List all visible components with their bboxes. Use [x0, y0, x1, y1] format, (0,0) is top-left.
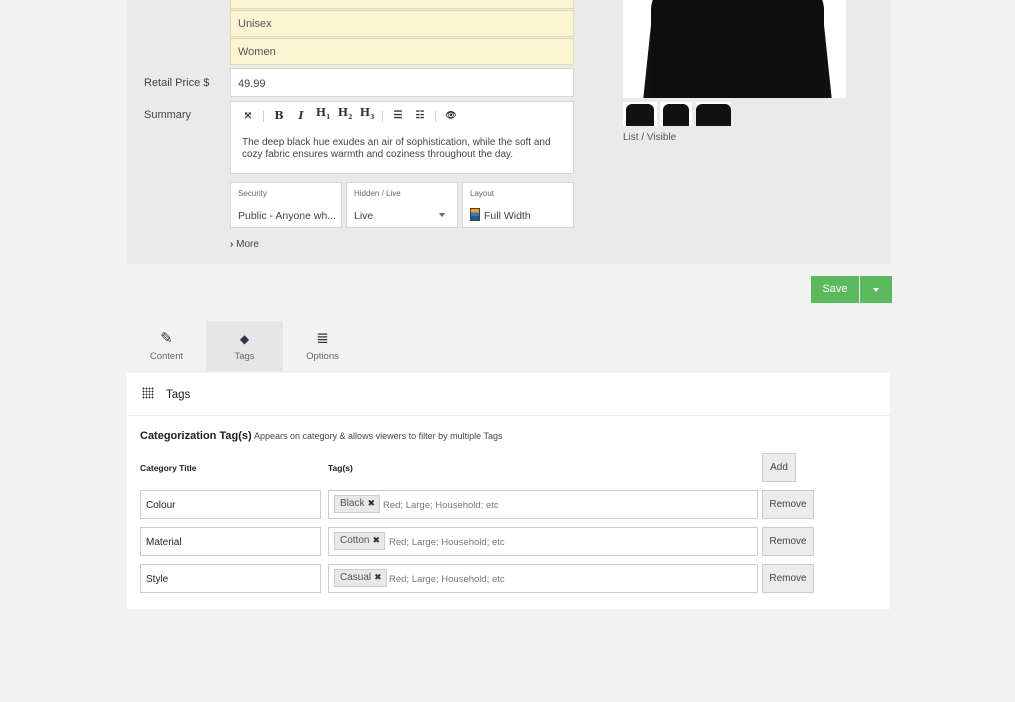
tab-tags[interactable]: ◆ Tags: [206, 321, 283, 371]
retail-price-label: Retail Price $: [144, 77, 210, 89]
thumbnail-hoodie-1: [626, 104, 654, 126]
tags-placeholder: Red; Large; Household; etc: [389, 574, 505, 585]
italic-button[interactable]: I: [290, 109, 312, 123]
tags-title: Tags: [166, 389, 191, 401]
summary-text[interactable]: The deep black hue exudes an air of soph…: [242, 137, 562, 161]
toolbar-divider: [382, 110, 383, 122]
visibility-select[interactable]: Hidden / Live Live: [346, 182, 458, 228]
tag-chip-label: Black: [340, 498, 365, 509]
editor-toolbar: ⤧ B I H1 H2 H3 ☰ ☷ 👁: [237, 106, 462, 125]
fullscreen-icon[interactable]: ⤧: [237, 109, 259, 123]
hoodie-image: [651, 0, 824, 98]
heading-1-sub: 1: [326, 114, 331, 122]
close-icon[interactable]: ✖: [367, 498, 375, 508]
save-button[interactable]: Save: [811, 276, 859, 303]
tab-content-label: Content: [149, 351, 184, 362]
heading-2-button[interactable]: H2: [334, 106, 356, 125]
visibility-value: Live: [354, 210, 374, 222]
tag-chip: Cotton ✖: [334, 532, 386, 550]
tab-tags-label: Tags: [234, 351, 255, 362]
image-caption: List / Visible: [623, 132, 677, 143]
heading-2-sub: 2: [348, 114, 353, 122]
summary-label: Summary: [144, 109, 192, 121]
remove-row-button[interactable]: Remove: [762, 564, 814, 593]
chevron-right-icon: ›: [230, 239, 234, 250]
tag-chip-label: Cotton: [340, 535, 370, 546]
tag-icon: ◆: [239, 332, 250, 346]
save-options-button[interactable]: [860, 276, 892, 303]
category-title-input[interactable]: Style: [140, 564, 321, 593]
pencil-icon: ✎: [160, 330, 173, 347]
tag-chip-label: Casual: [340, 572, 372, 583]
tags-column-header: Tag(s): [328, 463, 353, 473]
heading-2-letter: H: [337, 106, 349, 120]
tags-panel-header: [127, 373, 890, 416]
heading-3-sub: 3: [370, 114, 375, 122]
bold-button[interactable]: B: [268, 109, 290, 123]
chevron-down-icon: [439, 213, 445, 217]
option-row-above[interactable]: [230, 0, 574, 9]
security-value: Public - Anyone wh...: [238, 210, 337, 222]
preview-eye-icon[interactable]: 👁: [440, 109, 462, 123]
tags-placeholder: Red; Large; Household; etc: [383, 500, 499, 511]
thumbnail-hoodie-2: [663, 104, 689, 126]
heading-1-button[interactable]: H1: [312, 106, 334, 125]
heading-1-letter: H: [315, 106, 327, 120]
security-select[interactable]: Security Public - Anyone wh...: [230, 182, 342, 228]
tags-input[interactable]: Cotton ✖ Red; Large; Household; etc: [328, 527, 758, 556]
product-thumbnail-3[interactable]: [696, 102, 731, 126]
layout-select[interactable]: Layout Full Width: [462, 182, 574, 228]
add-tag-row-button[interactable]: Add: [762, 453, 796, 482]
category-title-input[interactable]: Colour: [140, 490, 321, 519]
tab-content[interactable]: ✎ Content: [128, 321, 205, 371]
product-thumbnail-1[interactable]: [623, 102, 657, 126]
bullet-list-icon[interactable]: ☰: [387, 109, 409, 123]
categorization-heading: Categorization Tag(s): [140, 430, 252, 442]
toolbar-divider: [263, 110, 264, 122]
layout-label: Layout: [470, 189, 495, 198]
tags-input[interactable]: Black ✖ Red; Large; Household; etc: [328, 490, 758, 519]
security-label: Security: [238, 189, 267, 198]
more-label: More: [236, 239, 259, 250]
retail-price-input[interactable]: 49.99: [230, 68, 574, 97]
more-link[interactable]: › More: [230, 239, 259, 250]
product-thumbnail-2[interactable]: [660, 102, 692, 126]
tab-options[interactable]: ≣ Options: [284, 321, 361, 371]
list-icon: ≣: [316, 330, 329, 347]
grid-icon: [142, 387, 154, 399]
product-main-image[interactable]: [623, 0, 846, 98]
heading-3-button[interactable]: H3: [356, 106, 378, 125]
tags-input[interactable]: Casual ✖ Red; Large; Household; etc: [328, 564, 758, 593]
categorization-description: Appears on category & allows viewers to …: [254, 431, 503, 441]
tag-chip: Casual ✖: [334, 569, 387, 587]
option-unisex[interactable]: Unisex: [230, 10, 574, 37]
close-icon[interactable]: ✖: [372, 535, 380, 545]
heading-3-letter: H: [359, 106, 371, 120]
remove-row-button[interactable]: Remove: [762, 527, 814, 556]
close-icon[interactable]: ✖: [374, 572, 382, 582]
toolbar-divider: [435, 110, 436, 122]
tag-chip: Black ✖: [334, 495, 380, 513]
chevron-down-icon: [873, 288, 879, 292]
visibility-label: Hidden / Live: [354, 189, 401, 198]
summary-editor[interactable]: ⤧ B I H1 H2 H3 ☰ ☷ 👁 The deep black hue …: [230, 101, 574, 174]
tags-placeholder: Red; Large; Household; etc: [389, 537, 505, 548]
option-women[interactable]: Women: [230, 38, 574, 65]
tab-options-label: Options: [306, 351, 339, 362]
layout-value: Full Width: [484, 210, 531, 222]
remove-row-button[interactable]: Remove: [762, 490, 814, 519]
layout-icon: [470, 208, 480, 221]
numbered-list-icon[interactable]: ☷: [409, 109, 431, 123]
category-title-header: Category Title: [140, 463, 197, 473]
category-title-input[interactable]: Material: [140, 527, 321, 556]
thumbnail-hoodie-3: [696, 104, 731, 126]
